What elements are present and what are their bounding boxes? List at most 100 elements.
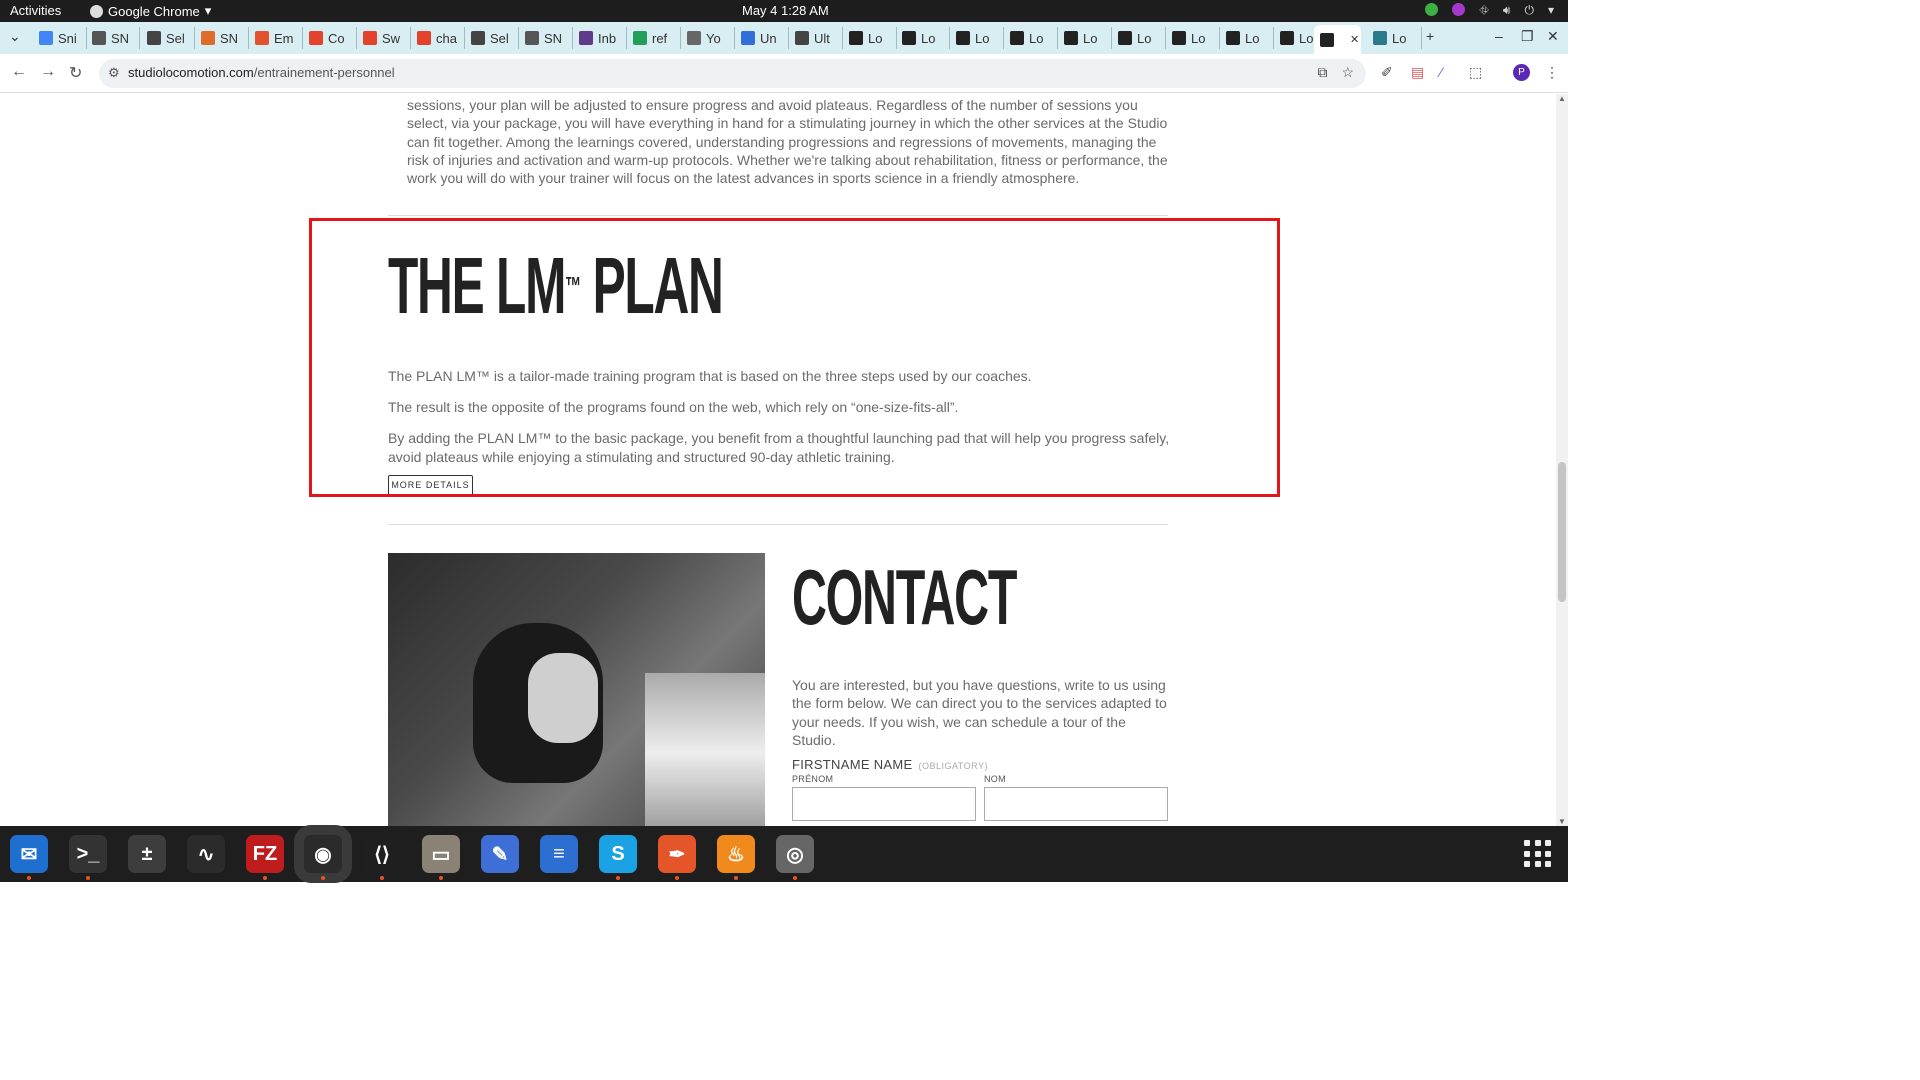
files-icon[interactable]: ▭ (422, 835, 460, 880)
tab[interactable]: Un (735, 27, 789, 49)
url-text[interactable]: studiolocomotion.com/entrainement-person… (128, 65, 395, 80)
running-indicator (263, 876, 267, 880)
tab[interactable]: cha (411, 27, 465, 49)
tab-favicon-icon (471, 31, 485, 45)
tab-favicon-icon (687, 31, 701, 45)
thunderbird-icon[interactable]: ✉ (10, 835, 48, 880)
tab[interactable]: Lo (1112, 27, 1166, 49)
maximize-icon[interactable]: ❐ (1521, 28, 1534, 45)
first-name-input[interactable] (792, 787, 976, 821)
chrome-menu-icon[interactable]: ⋮ (1545, 64, 1559, 81)
profile-avatar[interactable]: P (1513, 64, 1530, 81)
system-tray[interactable]: ⛗ 🔊︎ ⏻ ▾ (1425, 3, 1554, 18)
tab[interactable]: Lo (1367, 27, 1422, 49)
reload-icon[interactable]: ↻ (69, 63, 82, 83)
app-menu[interactable]: Google Chrome ▾ (90, 3, 211, 19)
tab[interactable]: Lo (1166, 27, 1220, 49)
blaze-icon[interactable]: ♨ (717, 835, 755, 880)
tab[interactable]: Lo (896, 27, 950, 49)
tab[interactable]: SN (519, 27, 573, 49)
calendar-extension-icon[interactable]: ▤ (1411, 64, 1424, 81)
highlight-box (309, 218, 1280, 497)
extensions-puzzle-icon[interactable]: ⬚ (1469, 64, 1482, 81)
power-icon[interactable]: ⏻ (1524, 3, 1534, 18)
clock[interactable]: May 4 1:28 AM (742, 3, 829, 18)
tab[interactable]: ref (627, 27, 681, 49)
network-icon[interactable]: ⛗ (1479, 3, 1489, 18)
firefox-icon[interactable] (1452, 3, 1466, 16)
tab-favicon-icon (1118, 31, 1132, 45)
tab[interactable]: Co (303, 27, 357, 49)
running-indicator (793, 876, 797, 880)
tab[interactable]: Lo (1004, 27, 1058, 49)
inkscape-pen-icon[interactable]: ✒ (658, 835, 696, 880)
chrome-icon[interactable]: ◉ (294, 825, 352, 883)
scrollbar-thumb[interactable] (1558, 462, 1566, 602)
page-scrollbar[interactable]: ▲ ▼ (1556, 94, 1568, 826)
scroll-up-arrow-icon[interactable]: ▲ (1558, 94, 1566, 103)
eyedropper-extension-icon[interactable]: ✐ (1381, 64, 1393, 81)
system-monitor-icon[interactable]: ∿ (187, 835, 225, 873)
bookmark-star-icon[interactable]: ☆ (1341, 64, 1354, 81)
minimize-icon[interactable]: – (1495, 28, 1503, 44)
text-editor-icon[interactable]: ✎ (481, 835, 519, 873)
tray-chevron-icon[interactable]: ▾ (1548, 3, 1554, 18)
back-icon[interactable]: ← (11, 63, 27, 81)
tab-search-icon[interactable]: ⌄ (9, 28, 21, 45)
intro-paragraph: sessions, your plan will be adjusted to … (407, 97, 1168, 187)
tab-label: SN (220, 30, 239, 46)
tab[interactable]: Em (249, 27, 303, 49)
tab-favicon-icon (1280, 31, 1294, 45)
close-tab-icon[interactable]: ✕ (1350, 33, 1359, 46)
filezilla-icon[interactable]: FZ (246, 835, 284, 880)
tab[interactable]: SN (195, 27, 249, 49)
tab-label: Un (760, 30, 777, 46)
pen-extension-icon[interactable]: ⁄ (1440, 64, 1442, 80)
tab[interactable]: SN (86, 27, 140, 49)
site-info-icon[interactable]: ⚙ (108, 65, 120, 81)
volume-icon[interactable]: 🔊︎ (1503, 3, 1511, 18)
tab-favicon-icon (417, 31, 431, 45)
tab[interactable]: Sel (141, 27, 195, 49)
tab[interactable]: Lo (950, 27, 1004, 49)
tab[interactable]: Inb (573, 27, 627, 49)
show-apps-grid-icon[interactable] (1524, 840, 1552, 868)
terminal-icon[interactable]: >_ (69, 835, 107, 880)
activities-button[interactable]: Activities (10, 3, 61, 18)
scroll-down-arrow-icon[interactable]: ▼ (1558, 817, 1566, 826)
tab-favicon-icon (579, 31, 593, 45)
skype-icon[interactable]: S (599, 835, 637, 880)
tab-favicon-icon (363, 31, 377, 45)
contact-title: CONTACT (792, 553, 1017, 641)
tab[interactable]: Yo (681, 27, 735, 49)
tab-favicon-icon (147, 31, 161, 45)
calculator-icon[interactable]: ± (128, 835, 166, 873)
tab[interactable]: Lo (1058, 27, 1112, 49)
tab[interactable]: Sel (465, 27, 519, 49)
chevron-down-icon: ▾ (204, 3, 212, 18)
address-bar[interactable]: ⚙ studiolocomotion.com/entrainement-pers… (99, 59, 1366, 88)
text-editor-glyph: ✎ (491, 843, 509, 866)
tab-favicon-icon (849, 31, 863, 45)
libreoffice-writer-icon[interactable]: ≡ (540, 835, 578, 873)
tab-label: Lo (1083, 30, 1098, 46)
tab[interactable]: Ult (789, 27, 843, 49)
translate-icon[interactable]: ⧉ (1317, 64, 1327, 81)
vscode-icon[interactable]: ⟨⟩ (363, 835, 401, 880)
forward-icon[interactable]: → (40, 63, 56, 81)
tab[interactable]: Sni (33, 27, 87, 49)
tab-favicon-icon (633, 31, 647, 45)
last-name-input[interactable] (984, 787, 1168, 821)
disk-icon[interactable]: ◎ (776, 835, 814, 880)
tab[interactable]: Sw (357, 27, 411, 49)
tab-active[interactable]: ✕ (1314, 25, 1361, 54)
tab[interactable]: Lo (843, 27, 897, 49)
tab[interactable]: Lo (1220, 27, 1274, 49)
contact-paragraph: You are interested, but you have questio… (792, 677, 1167, 748)
chrome-icon (90, 4, 103, 18)
update-icon[interactable] (1425, 3, 1439, 16)
close-window-icon[interactable]: ✕ (1547, 28, 1559, 45)
divider (388, 215, 1168, 216)
new-tab-button[interactable]: + (1426, 28, 1434, 44)
tab-label: Lo (975, 30, 990, 46)
